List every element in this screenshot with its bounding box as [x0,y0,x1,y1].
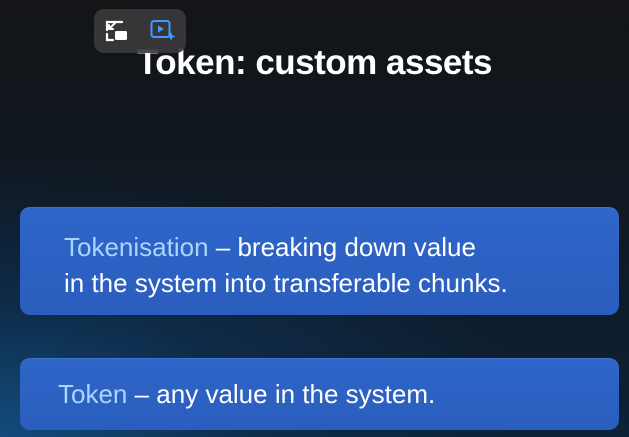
definition-term: Tokenisation [64,232,209,262]
slide-title: Token: custom assets [136,43,493,82]
definition-text: – breaking down value [208,232,476,262]
definition-card-token: Token – any value in the system. [20,358,619,430]
video-overlay-controls [94,9,186,53]
definition-text: – any value in the system. [127,379,436,409]
definition-term: Token [58,379,128,409]
ai-video-icon [150,20,176,41]
definition-line: Token – any value in the system. [58,378,599,410]
picture-in-picture-icon [105,20,127,42]
picture-in-picture-button[interactable] [101,15,133,47]
definition-line-1: Tokenisation – breaking down value [64,229,599,265]
ai-video-button[interactable] [147,15,179,47]
definition-line-2: in the system into transferable chunks. [64,268,508,298]
definition-card-tokenisation: Tokenisation – breaking down value in th… [20,207,619,315]
